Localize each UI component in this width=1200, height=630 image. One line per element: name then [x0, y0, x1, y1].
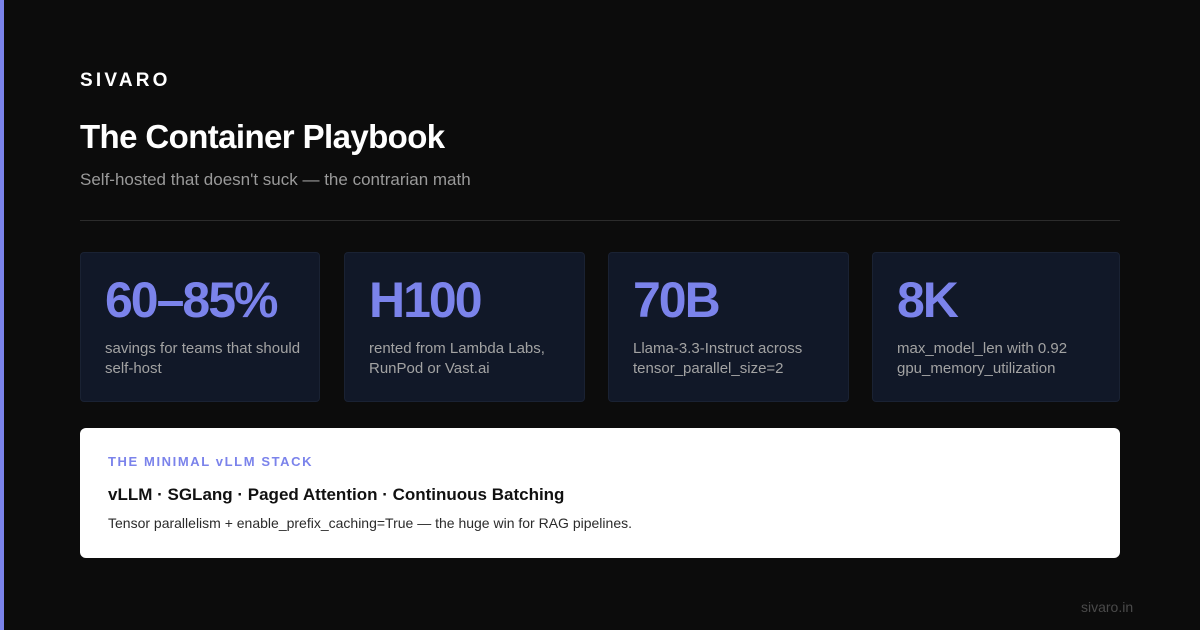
stack-eyebrow: THE MINIMAL vLLM STACK: [108, 454, 314, 469]
stat-card-context: 8K max_model_len with 0.92 gpu_memory_ut…: [872, 252, 1120, 402]
stat-description: Llama-3.3-Instruct across tensor_paralle…: [633, 340, 803, 377]
accent-bar: [0, 0, 4, 630]
stat-value: H100: [369, 272, 483, 328]
stack-body: Tensor parallelism + enable_prefix_cachi…: [108, 515, 632, 531]
page-subtitle: Self-hosted that doesn't suck — the cont…: [80, 170, 471, 189]
stack-headline: vLLM · SGLang · Paged Attention · Contin…: [108, 485, 565, 504]
stats-row: 60–85% savings for teams that should sel…: [80, 252, 1120, 402]
footer-url: sivaro.in: [1081, 599, 1134, 615]
stat-value: 8K: [897, 272, 959, 328]
stat-description: max_model_len with 0.92 gpu_memory_utili…: [897, 340, 1068, 377]
stack-panel: THE MINIMAL vLLM STACK vLLM · SGLang · P…: [80, 428, 1120, 558]
stat-value: 60–85%: [105, 272, 278, 328]
stat-description: savings for teams that should self-host: [105, 340, 301, 377]
page-title: The Container Playbook: [80, 118, 445, 155]
divider: [80, 220, 1120, 221]
stat-value: 70B: [633, 272, 721, 328]
stat-card-savings: 60–85% savings for teams that should sel…: [80, 252, 320, 402]
brand-logo: SIVARO: [80, 70, 171, 91]
stat-description: rented from Lambda Labs, RunPod or Vast.…: [369, 340, 545, 377]
stat-card-gpu: H100 rented from Lambda Labs, RunPod or …: [344, 252, 585, 402]
stat-card-model: 70B Llama-3.3-Instruct across tensor_par…: [608, 252, 849, 402]
